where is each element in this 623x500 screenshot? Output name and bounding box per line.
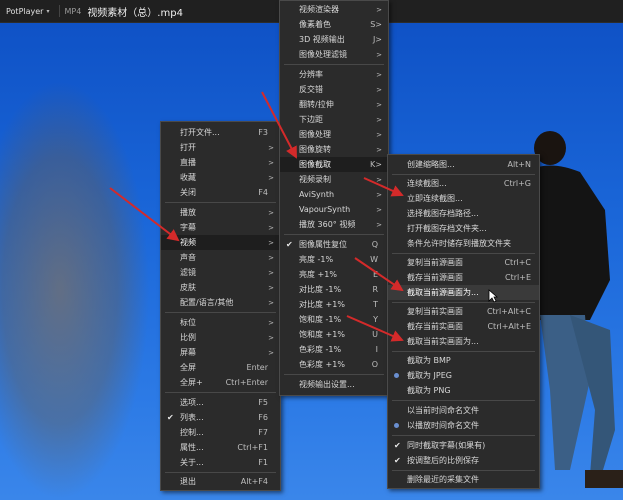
mouse-cursor-icon (488, 289, 498, 303)
red-arrow-actual-as (346, 315, 404, 342)
red-arrow-video (109, 187, 180, 242)
red-arrow-source-as (354, 257, 404, 292)
annotation-arrows (109, 91, 404, 342)
red-arrow-capture (261, 91, 297, 159)
red-arrow-instant (363, 177, 404, 197)
